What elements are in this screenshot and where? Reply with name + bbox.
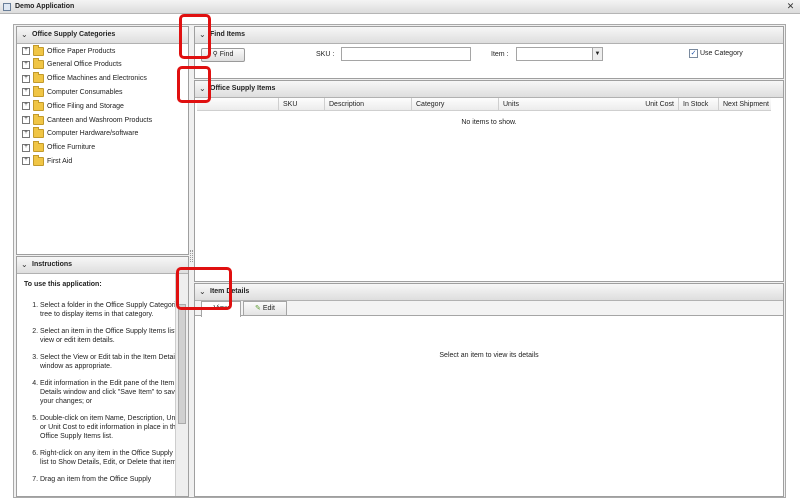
tree-item[interactable]: + Computer Consumables [22,85,123,98]
instruction-step: Select the View or Edit tab in the Item … [40,353,176,371]
categories-panel-title: Office Supply Categories [32,31,116,38]
folder-icon [33,141,44,153]
folder-icon [33,154,44,166]
column-header-in-stock[interactable]: In Stock [679,98,719,111]
item-details-panel-header: ⌄ Item Details [195,284,783,301]
instruction-step: Drag an item from the Office Supply [40,475,176,484]
use-category-label: Use Category [700,50,743,57]
tree-item[interactable]: + Office Filing and Storage [22,99,124,112]
tree-item-label: Office Paper Products [47,47,116,55]
folder-icon [33,113,44,125]
tree-item[interactable]: + Computer Hardware/software [22,127,139,140]
tree-item[interactable]: + First Aid [22,154,73,167]
folder-icon [33,58,44,70]
annotation-highlight-2 [177,66,211,103]
instruction-step: Select an item in the Office Supply Item… [40,327,176,345]
expand-plus-icon[interactable]: + [22,116,30,124]
folder-icon [33,99,44,111]
tree-item-label: First Aid [47,157,73,165]
instructions-panel-header: ⌄ Instructions [17,257,188,274]
use-category-checkbox[interactable]: ✓ [689,49,698,58]
annotation-highlight-1 [179,14,211,59]
instruction-step: Select a folder in the Office Supply Cat… [40,301,176,319]
column-header-description[interactable]: Description [325,98,412,111]
expand-plus-icon[interactable]: + [22,74,30,83]
tree-item[interactable]: + Office Furniture [22,141,96,154]
column-header-unit-cost[interactable]: Unit Cost [609,98,679,111]
column-header-category[interactable]: Category [412,98,499,111]
tree-item-label: Office Filing and Storage [47,102,124,110]
tree-item-label: Computer Consumables [47,88,123,96]
expand-plus-icon[interactable]: + [22,143,30,152]
instructions-steps: Select a folder in the Office Supply Cat… [24,301,176,484]
find-items-panel-title: Find Items [210,31,246,38]
items-panel-header: ⌄ Office Supply Items [195,81,783,98]
sku-label: SKU : [316,51,335,58]
chevron-down-icon[interactable]: ▼ [592,48,602,60]
tree-item[interactable]: + General Office Products [22,58,122,71]
tab-edit[interactable]: ✎ Edit [243,301,287,315]
expand-plus-icon[interactable]: + [22,157,30,166]
instructions-panel: ⌄ Instructions To use this application: … [16,256,189,497]
expand-plus-icon[interactable]: + [22,47,30,55]
panel-splitter[interactable] [190,250,193,262]
item-details-panel: ⌄ Item Details View ✎ Edit Select an ite… [194,283,784,497]
folder-icon [33,85,44,97]
tree-item-label: Office Furniture [47,144,96,152]
items-panel-title: Office Supply Items [210,85,276,92]
pencil-icon: ✎ [255,305,261,312]
items-empty-message: No items to show. [461,119,517,126]
item-select[interactable]: ▼ [516,47,603,61]
scrollbar-thumb[interactable] [178,304,186,424]
expand-plus-icon[interactable]: + [22,102,30,111]
instruction-step: Right-click on any item in the Office Su… [40,449,176,467]
expand-plus-icon[interactable]: + [22,129,30,138]
details-tab-strip: View ✎ Edit [195,301,783,317]
instruction-step: Double-click on item Name, Description, … [40,414,176,441]
find-items-panel: ⌄ Find Items ⚲ Find SKU : Item : ▼ ✓ Use… [194,26,784,79]
collapse-chevron-icon[interactable]: ⌄ [21,30,28,39]
column-header-next-shipment[interactable]: Next Shipment [719,98,771,111]
folder-icon [33,44,44,56]
window-title: Demo Application [15,3,75,10]
tree-item-label: General Office Products [47,61,122,69]
items-grid-header: SKU Description Category Units Unit Cost… [197,98,771,111]
column-header-sku[interactable]: SKU [279,98,325,111]
window-title-bar: Demo Application ✕ [0,0,800,14]
categories-panel-header: ⌄ Office Supply Categories [17,27,188,44]
annotation-highlight-3 [176,267,232,310]
expand-plus-icon[interactable]: + [22,88,30,97]
expand-plus-icon[interactable]: + [22,60,30,69]
binoculars-icon: ⚲ [212,51,220,58]
collapse-chevron-icon[interactable]: ⌄ [21,260,28,269]
find-items-panel-header: ⌄ Find Items [195,27,783,44]
app-window-icon [3,3,11,11]
instructions-content: To use this application: Select a folder… [17,274,176,496]
tree-item-label: Office Machines and Electronics [47,75,147,83]
instruction-step: Edit information in the Edit pane of the… [40,379,176,406]
instructions-panel-title: Instructions [32,261,73,268]
instructions-heading: To use this application: [24,281,102,288]
tree-item-label: Computer Hardware/software [47,130,139,138]
folder-icon [33,72,44,84]
sku-input[interactable] [341,47,471,61]
tree-item[interactable]: + Office Paper Products [22,44,116,57]
tree-item[interactable]: + Canteen and Washroom Products [22,113,153,126]
close-window-icon[interactable]: ✕ [785,1,796,12]
item-label: Item : [491,51,509,58]
details-empty-message: Select an item to view its details [439,352,539,359]
tree-item[interactable]: + Office Machines and Electronics [22,72,147,85]
categories-panel: ⌄ Office Supply Categories + Office Paper… [16,26,189,255]
folder-icon [33,127,44,139]
tree-item-label: Canteen and Washroom Products [47,116,153,124]
office-supply-items-panel: ⌄ Office Supply Items SKU Description Ca… [194,80,784,282]
